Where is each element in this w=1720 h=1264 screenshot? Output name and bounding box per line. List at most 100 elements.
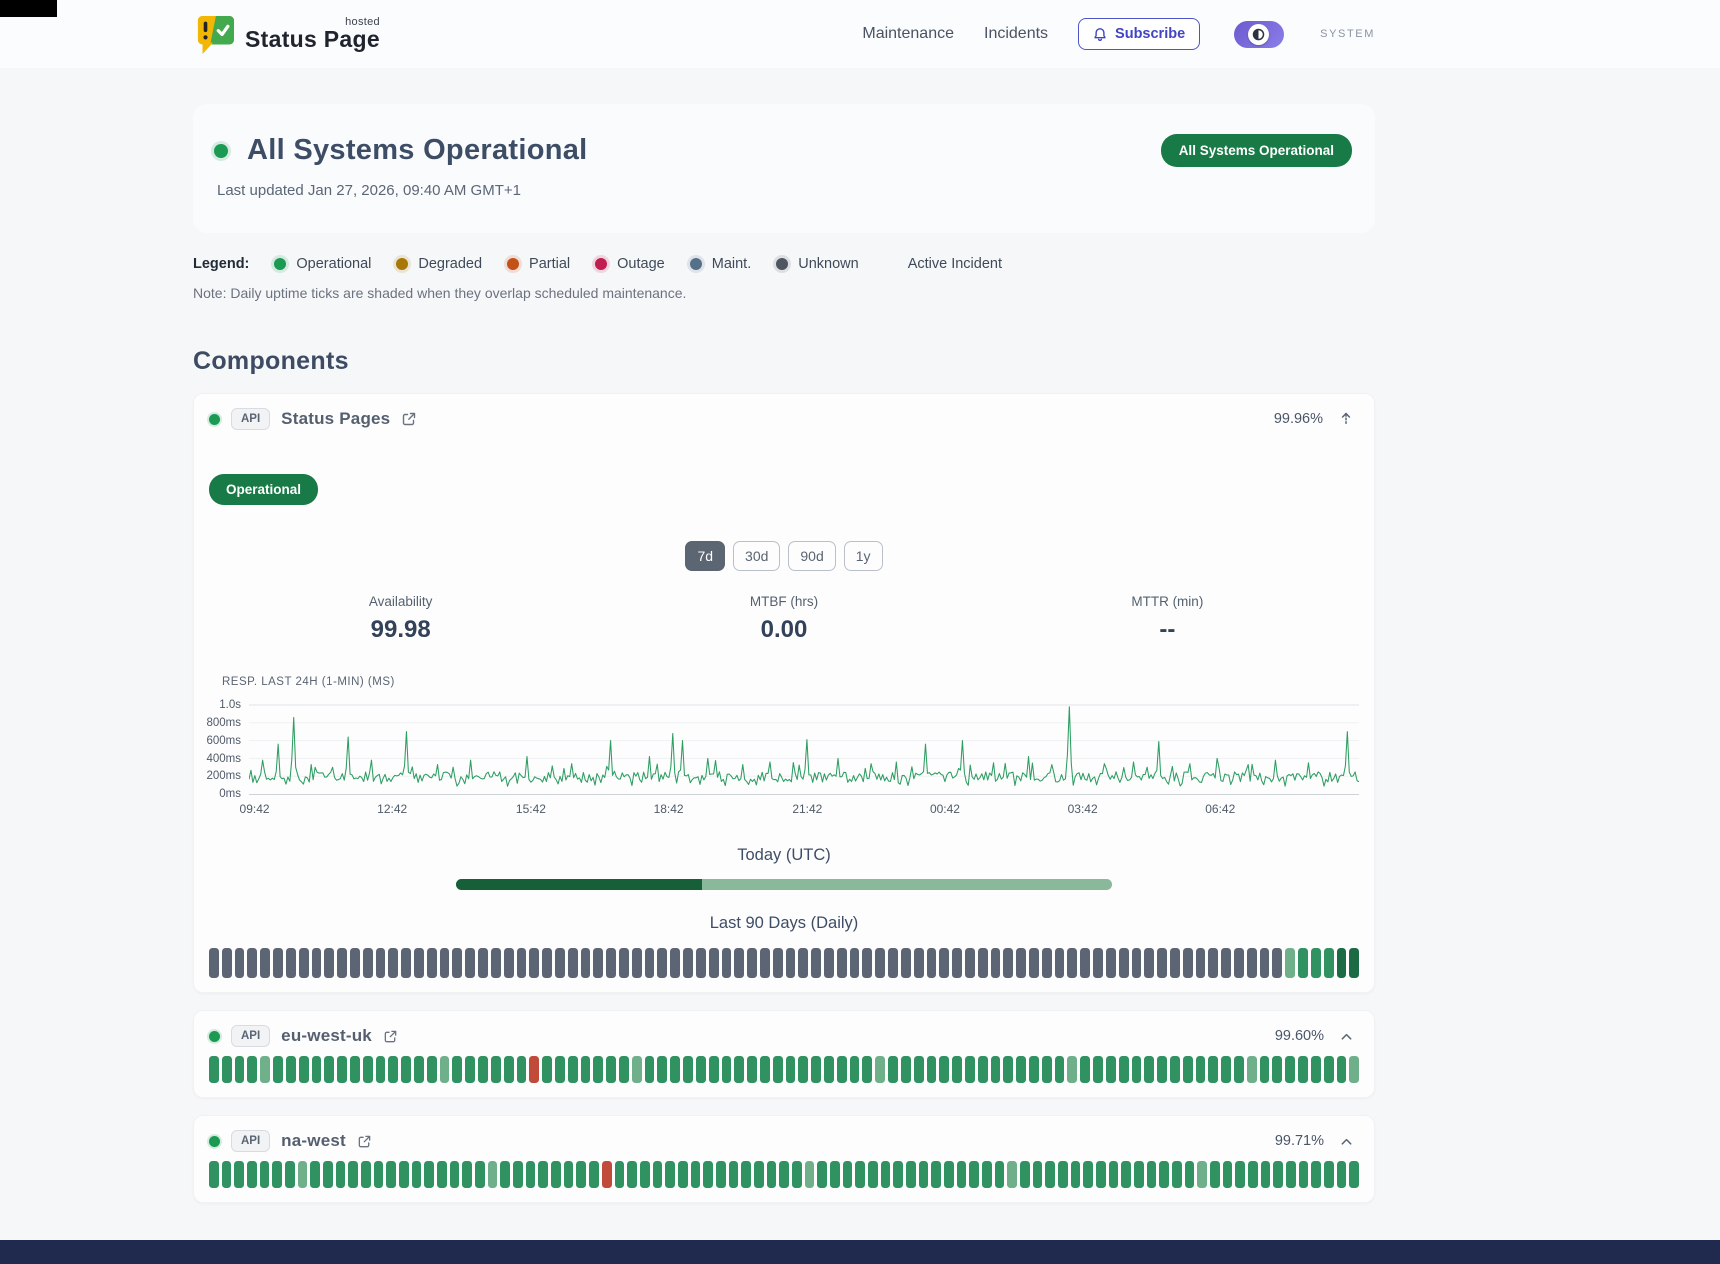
uptime-day-tick [517, 948, 527, 978]
uptime-day-tick [414, 948, 424, 978]
uptime-day-tick [760, 948, 770, 978]
uptime-day-tick [957, 1161, 967, 1188]
uptime-day-tick [760, 1056, 770, 1083]
component-name-link[interactable]: na-west [281, 1131, 346, 1151]
overall-status-card: All Systems Operational Last updated Jan… [193, 104, 1375, 233]
uptime-day-tick [602, 1161, 612, 1188]
range-button-1y[interactable]: 1y [844, 541, 883, 571]
uptime-day-tick [931, 1161, 941, 1188]
uptime-day-tick [247, 1161, 257, 1188]
uptime-day-tick [401, 948, 411, 978]
uptime-day-tick [465, 948, 475, 978]
uptime-day-tick [914, 1056, 924, 1083]
uptime-day-tick [504, 1056, 514, 1083]
expand-component-icon[interactable] [1340, 1032, 1353, 1041]
uptime-day-tick [299, 1056, 309, 1083]
uptime-day-tick [615, 1161, 625, 1188]
uptime-day-tick [881, 1161, 891, 1188]
uptime-day-tick [703, 1161, 713, 1188]
legend-item-label: Outage [617, 256, 665, 272]
range-button-90d[interactable]: 90d [788, 541, 835, 571]
uptime-day-tick [312, 1056, 322, 1083]
component-name-link[interactable]: Status Pages [281, 409, 390, 429]
uptime-day-tick [234, 1161, 244, 1188]
uptime-day-tick [982, 1161, 992, 1188]
uptime-day-tick [529, 948, 539, 978]
uptime-day-tick [729, 1161, 739, 1188]
last-updated-text: Last updated Jan 27, 2026, 09:40 AM GMT+… [217, 182, 588, 199]
overall-status-badge: All Systems Operational [1161, 134, 1352, 167]
external-link-icon[interactable] [383, 1029, 398, 1044]
uptime-day-tick [1234, 948, 1244, 978]
uptime-day-tick [1106, 948, 1116, 978]
uptime-day-tick [324, 948, 334, 978]
stat-value: 0.00 [592, 616, 975, 644]
app-logo[interactable]: hosted Status Page [193, 13, 380, 55]
today-utc-label: Today (UTC) [209, 846, 1359, 865]
uptime-day-tick [526, 1161, 536, 1188]
uptime-day-tick [350, 1056, 360, 1083]
external-link-icon[interactable] [357, 1134, 372, 1149]
uptime-day-tick [555, 948, 565, 978]
uptime-day-tick [1234, 1056, 1244, 1083]
status-bubble-logo-icon [193, 13, 235, 55]
legend-item-degraded: Degraded [396, 256, 482, 272]
component-header: API na-west 99.71% [209, 1130, 1359, 1152]
uptime-day-tick [462, 1161, 472, 1188]
stat-label: MTTR (min) [976, 594, 1359, 609]
uptime-day-tick [645, 948, 655, 978]
uptime-day-tick [361, 1161, 371, 1188]
uptime-day-tick [1083, 1161, 1093, 1188]
outage-dot-icon [595, 258, 607, 270]
uptime-day-tick [830, 1161, 840, 1188]
uptime-day-tick [1144, 1056, 1154, 1083]
uptime-day-tick [1029, 948, 1039, 978]
component-name-link[interactable]: eu-west-uk [281, 1026, 372, 1046]
external-link-icon[interactable] [401, 411, 417, 427]
maintenance-dot-icon [690, 258, 702, 270]
uptime-day-tick [272, 1161, 282, 1188]
uptime-day-tick [323, 1161, 333, 1188]
legend-item-label: Operational [296, 256, 371, 272]
component-type-badge: API [231, 408, 270, 430]
uptime-day-tick [388, 1056, 398, 1083]
uptime-day-tick [734, 1056, 744, 1083]
uptime-day-tick [440, 948, 450, 978]
collapse-component-icon[interactable] [1339, 411, 1353, 427]
uptime-day-tick [500, 1161, 510, 1188]
range-button-30d[interactable]: 30d [733, 541, 780, 571]
uptime-day-tick [811, 1056, 821, 1083]
uptime-day-tick [1045, 1161, 1055, 1188]
x-tick-label: 03:42 [1068, 802, 1098, 816]
expand-component-icon[interactable] [1340, 1137, 1353, 1146]
range-button-7d[interactable]: 7d [685, 541, 725, 571]
nav-maintenance[interactable]: Maintenance [862, 25, 954, 43]
uptime-day-tick [1208, 948, 1218, 978]
uptime-day-tick [401, 1056, 411, 1083]
x-tick-label: 00:42 [930, 802, 960, 816]
uptime-day-tick [1157, 1056, 1167, 1083]
theme-toggle[interactable] [1234, 21, 1284, 48]
uptime-day-tick [260, 1056, 270, 1083]
nav-incidents[interactable]: Incidents [984, 25, 1048, 43]
uptime-day-tick [1067, 1056, 1077, 1083]
stat-mtbf: MTBF (hrs) 0.00 [592, 594, 975, 644]
uptime-day-tick [868, 1161, 878, 1188]
subscribe-label: Subscribe [1115, 26, 1185, 42]
subscribe-button[interactable]: Subscribe [1078, 18, 1200, 50]
footer-bar [0, 1240, 1720, 1264]
uptime-day-tick [1337, 1056, 1347, 1083]
uptime-day-tick [260, 948, 270, 978]
uptime-day-tick [875, 948, 885, 978]
uptime-day-tick [440, 1056, 450, 1083]
x-tick-label: 18:42 [654, 802, 684, 816]
legend-item-operational: Operational [274, 256, 371, 272]
uptime-day-tick [1003, 1056, 1013, 1083]
uptime-day-tick [888, 1056, 898, 1083]
uptime-day-tick [1272, 1056, 1282, 1083]
uptime-day-tick [606, 948, 616, 978]
uptime-day-tick [1157, 948, 1167, 978]
uptime-day-tick [653, 1161, 663, 1188]
uptime-day-tick [645, 1056, 655, 1083]
uptime-day-tick [517, 1056, 527, 1083]
